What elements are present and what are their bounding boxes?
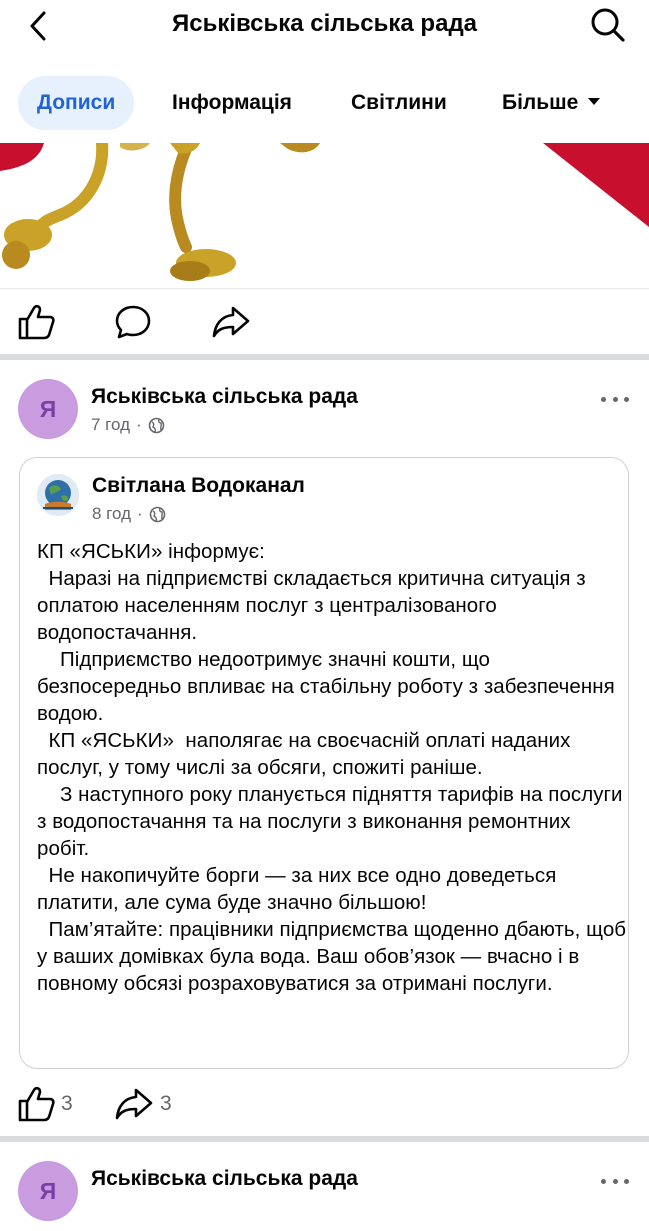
post-actions-top	[0, 296, 649, 350]
comment-icon	[115, 305, 151, 339]
more-icon-dot	[612, 1178, 618, 1184]
share-icon	[212, 306, 250, 338]
post-header: Я Яськівська сільська рада 7 год ·	[0, 379, 649, 449]
meta-dot: ·	[137, 504, 143, 523]
like-button[interactable]: 3	[17, 1086, 73, 1122]
more-icon-dot	[624, 396, 629, 402]
post-time[interactable]: 7 год	[91, 414, 130, 436]
more-icon-dot	[612, 396, 618, 402]
globe-logo-icon	[37, 474, 79, 516]
shared-post[interactable]: Світлана Водоканал 8 год · КП «ЯСЬКИ» ін…	[19, 457, 629, 1069]
post-more-button[interactable]	[601, 389, 629, 409]
back-chevron-icon	[30, 11, 46, 41]
like-icon	[18, 1086, 55, 1122]
shared-post-text: КП «ЯСЬКИ» інформує: Наразі на підприємс…	[37, 540, 627, 995]
cartoon-figure-image	[0, 143, 649, 288]
globe-icon	[148, 417, 164, 433]
more-icon-dot	[624, 1178, 629, 1184]
search-button[interactable]	[589, 6, 627, 44]
tab-more-label: Більше	[502, 91, 579, 114]
post-image[interactable]	[0, 143, 649, 288]
avatar[interactable]: Я	[18, 1161, 78, 1221]
divider	[0, 288, 649, 289]
post-header: Я Яськівська сільська рада	[0, 1161, 649, 1231]
post-meta: 7 год ·	[91, 414, 165, 436]
shared-author[interactable]: Світлана Водоканал	[92, 472, 305, 500]
like-icon	[18, 304, 55, 340]
tab-photos[interactable]: Світлини	[351, 76, 447, 130]
post-more-button[interactable]	[601, 1171, 629, 1191]
share-button[interactable]	[211, 304, 251, 340]
page-title: Яськівська сільська рада	[171, 10, 478, 37]
tab-more[interactable]: Більше	[502, 76, 601, 130]
shared-avatar[interactable]	[37, 474, 79, 516]
like-button[interactable]	[17, 304, 55, 340]
globe-icon	[149, 506, 165, 522]
comment-button[interactable]	[114, 304, 152, 340]
feed-separator	[0, 1136, 649, 1142]
tab-info[interactable]: Інформація	[172, 76, 292, 130]
like-count: 3	[61, 1092, 73, 1115]
tab-posts[interactable]: Дописи	[18, 76, 135, 130]
search-icon	[591, 8, 625, 42]
top-bar: Яськівська сільська рада	[0, 0, 649, 62]
post-author[interactable]: Яськівська сільська рада	[91, 383, 358, 411]
avatar[interactable]: Я	[18, 379, 78, 439]
shared-time[interactable]: 8 год	[92, 503, 131, 525]
post-author[interactable]: Яськівська сільська рада	[91, 1165, 358, 1193]
back-button[interactable]	[20, 8, 56, 44]
shared-meta: 8 год ·	[92, 503, 166, 525]
more-icon-dot	[601, 1178, 606, 1184]
more-icon-dot	[601, 396, 606, 402]
page-tabs: Дописи Інформація Світлини Більше	[0, 76, 649, 130]
share-count: 3	[160, 1092, 172, 1115]
share-button[interactable]: 3	[114, 1086, 172, 1122]
share-icon	[115, 1088, 153, 1120]
feed-separator	[0, 354, 649, 360]
post-actions: 3 3	[0, 1078, 649, 1132]
meta-dot: ·	[136, 415, 142, 434]
caret-down-icon	[588, 97, 601, 105]
